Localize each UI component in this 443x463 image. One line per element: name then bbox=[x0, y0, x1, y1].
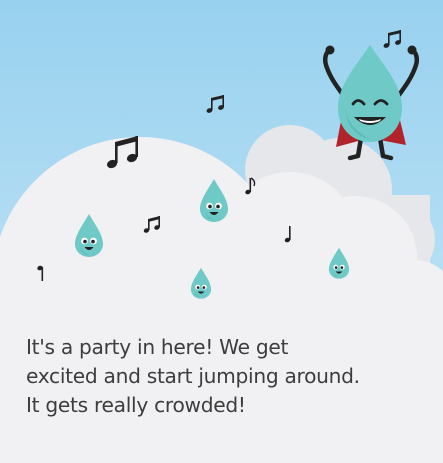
story-card: It's a party in here! We get excited and… bbox=[0, 0, 443, 463]
caption-line-2: excited and start jumping around. bbox=[26, 364, 360, 388]
caption-line-3: It gets really crowded! bbox=[26, 393, 246, 417]
caption-line-1: It's a party in here! We get bbox=[26, 335, 289, 359]
story-caption: It's a party in here! We get excited and… bbox=[26, 333, 426, 420]
